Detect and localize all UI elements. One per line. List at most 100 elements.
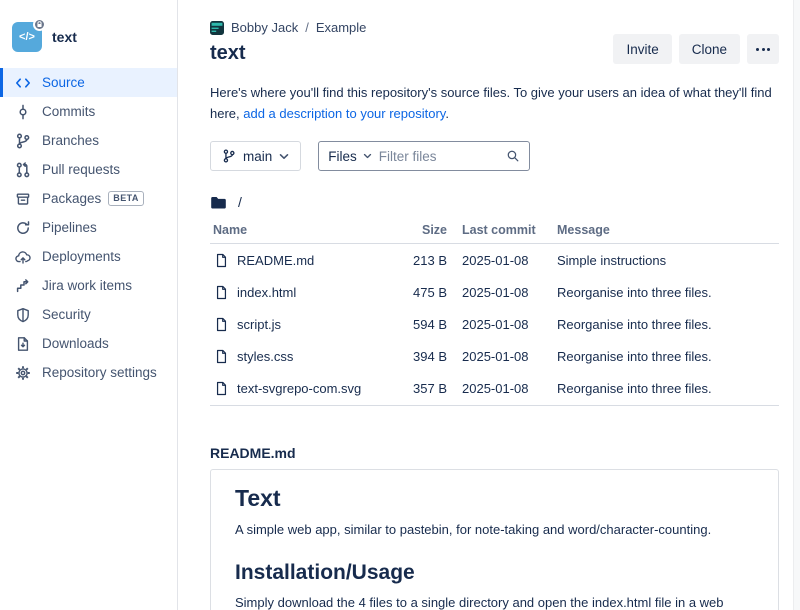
sidebar-item-label: Jira work items [42, 278, 132, 293]
filter-files-input[interactable] [379, 149, 499, 164]
file-name: index.html [237, 285, 296, 300]
readme-paragraph: Simply download the 4 files to a single … [235, 594, 754, 610]
file-last-commit: 2025-01-08 [447, 381, 557, 396]
add-description-link[interactable]: add a description to your repository [243, 106, 445, 121]
sidebar-item-label: Pipelines [42, 220, 97, 235]
clone-button[interactable]: Clone [679, 34, 740, 64]
sidebar-item-pull-requests[interactable]: Pull requests [0, 155, 177, 184]
more-options-button[interactable] [747, 34, 779, 64]
branch-icon [14, 132, 31, 149]
file-commit-message: Reorganise into three files. [557, 381, 779, 396]
sidebar-item-branches[interactable]: Branches [0, 126, 177, 155]
branch-selector[interactable]: main [210, 141, 301, 171]
invite-button[interactable]: Invite [613, 34, 671, 64]
file-filter: Files [318, 141, 530, 171]
sidebar-item-security[interactable]: Security [0, 300, 177, 329]
file-table-header: Name Size Last commit Message [210, 222, 779, 244]
readme-heading-text: Text [235, 485, 754, 512]
breadcrumb-project-link[interactable]: Example [316, 20, 367, 35]
sidebar-item-label: Repository settings [42, 365, 157, 380]
private-lock-badge-icon [33, 18, 46, 31]
code-icon [14, 74, 31, 91]
column-header-name: Name [210, 223, 395, 237]
sidebar-item-label: Branches [42, 133, 99, 148]
downloads-icon [14, 335, 31, 352]
sidebar-item-downloads[interactable]: Downloads [0, 329, 177, 358]
file-size: 394 B [395, 349, 447, 364]
chevron-down-icon [363, 153, 372, 159]
package-icon [14, 190, 31, 207]
repo-header: </> text [0, 0, 177, 66]
sidebar-item-packages[interactable]: Packages BETA [0, 184, 177, 213]
file-last-commit: 2025-01-08 [447, 317, 557, 332]
more-options-icon [756, 48, 770, 51]
branch-name: main [243, 149, 272, 164]
beta-badge: BETA [108, 191, 143, 206]
pipelines-icon [14, 219, 31, 236]
table-row[interactable]: README.md 213 B 2025-01-08 Simple instru… [210, 244, 779, 276]
gear-icon [14, 364, 31, 381]
file-icon [214, 349, 229, 364]
sidebar: </> text Source Commits Branches [0, 0, 178, 610]
current-path: / [210, 194, 779, 210]
sidebar-item-source[interactable]: Source [0, 68, 177, 97]
file-name: text-svgrepo-com.svg [237, 381, 361, 396]
file-commit-message: Reorganise into three files. [557, 317, 779, 332]
sidebar-item-label: Deployments [42, 249, 121, 264]
table-row[interactable]: text-svgrepo-com.svg 357 B 2025-01-08 Re… [210, 372, 779, 404]
path-label: / [238, 194, 242, 210]
breadcrumb-separator: / [305, 20, 309, 35]
file-icon [214, 381, 229, 396]
table-row[interactable]: index.html 475 B 2025-01-08 Reorganise i… [210, 276, 779, 308]
file-icon [214, 285, 229, 300]
sidebar-item-deployments[interactable]: Deployments [0, 242, 177, 271]
file-commit-message: Reorganise into three files. [557, 349, 779, 364]
file-name: README.md [237, 253, 314, 268]
file-size: 594 B [395, 317, 447, 332]
breadcrumb: Bobby Jack / Example [210, 20, 779, 35]
chevron-down-icon [279, 153, 289, 160]
file-name: styles.css [237, 349, 293, 364]
repo-name: text [52, 29, 77, 45]
file-table: Name Size Last commit Message README.md … [210, 222, 779, 406]
file-last-commit: 2025-01-08 [447, 253, 557, 268]
sidebar-nav: Source Commits Branches Pull requests Pa [0, 68, 177, 387]
jira-icon [14, 277, 31, 294]
file-size: 475 B [395, 285, 447, 300]
repo-avatar[interactable]: </> [12, 22, 42, 52]
sidebar-item-label: Packages [42, 191, 101, 206]
readme-preview: Text A simple web app, similar to pasteb… [210, 469, 779, 610]
sidebar-item-pipelines[interactable]: Pipelines [0, 213, 177, 242]
pull-request-icon [14, 161, 31, 178]
file-table-body: README.md 213 B 2025-01-08 Simple instru… [210, 244, 779, 406]
column-header-last-commit: Last commit [447, 223, 557, 237]
file-size: 213 B [395, 253, 447, 268]
file-icon [214, 317, 229, 332]
sidebar-item-label: Security [42, 307, 91, 322]
readme-file-label: README.md [210, 445, 779, 461]
search-icon [506, 149, 520, 163]
column-header-message: Message [557, 223, 779, 237]
table-row[interactable]: script.js 594 B 2025-01-08 Reorganise in… [210, 308, 779, 340]
files-dropdown[interactable]: Files [328, 149, 372, 164]
deployments-icon [14, 248, 31, 265]
file-size: 357 B [395, 381, 447, 396]
sidebar-item-repository-settings[interactable]: Repository settings [0, 358, 177, 387]
description-period: . [445, 106, 449, 121]
sidebar-item-commits[interactable]: Commits [0, 97, 177, 126]
file-icon [214, 253, 229, 268]
sidebar-item-label: Downloads [42, 336, 109, 351]
sidebar-item-jira-work-items[interactable]: Jira work items [0, 271, 177, 300]
workspace-avatar-icon [210, 21, 224, 35]
sidebar-item-label: Source [42, 75, 85, 90]
readme-heading-installation: Installation/Usage [235, 561, 754, 585]
header-actions: Invite Clone [613, 34, 779, 64]
breadcrumb-workspace-link[interactable]: Bobby Jack [231, 20, 298, 35]
shield-icon [14, 306, 31, 323]
main-content: Bobby Jack / Example text Invite Clone H… [179, 0, 793, 610]
scrollbar-track[interactable] [793, 0, 800, 610]
folder-icon [210, 195, 227, 210]
file-last-commit: 2025-01-08 [447, 349, 557, 364]
table-row[interactable]: styles.css 394 B 2025-01-08 Reorganise i… [210, 340, 779, 372]
commits-icon [14, 103, 31, 120]
